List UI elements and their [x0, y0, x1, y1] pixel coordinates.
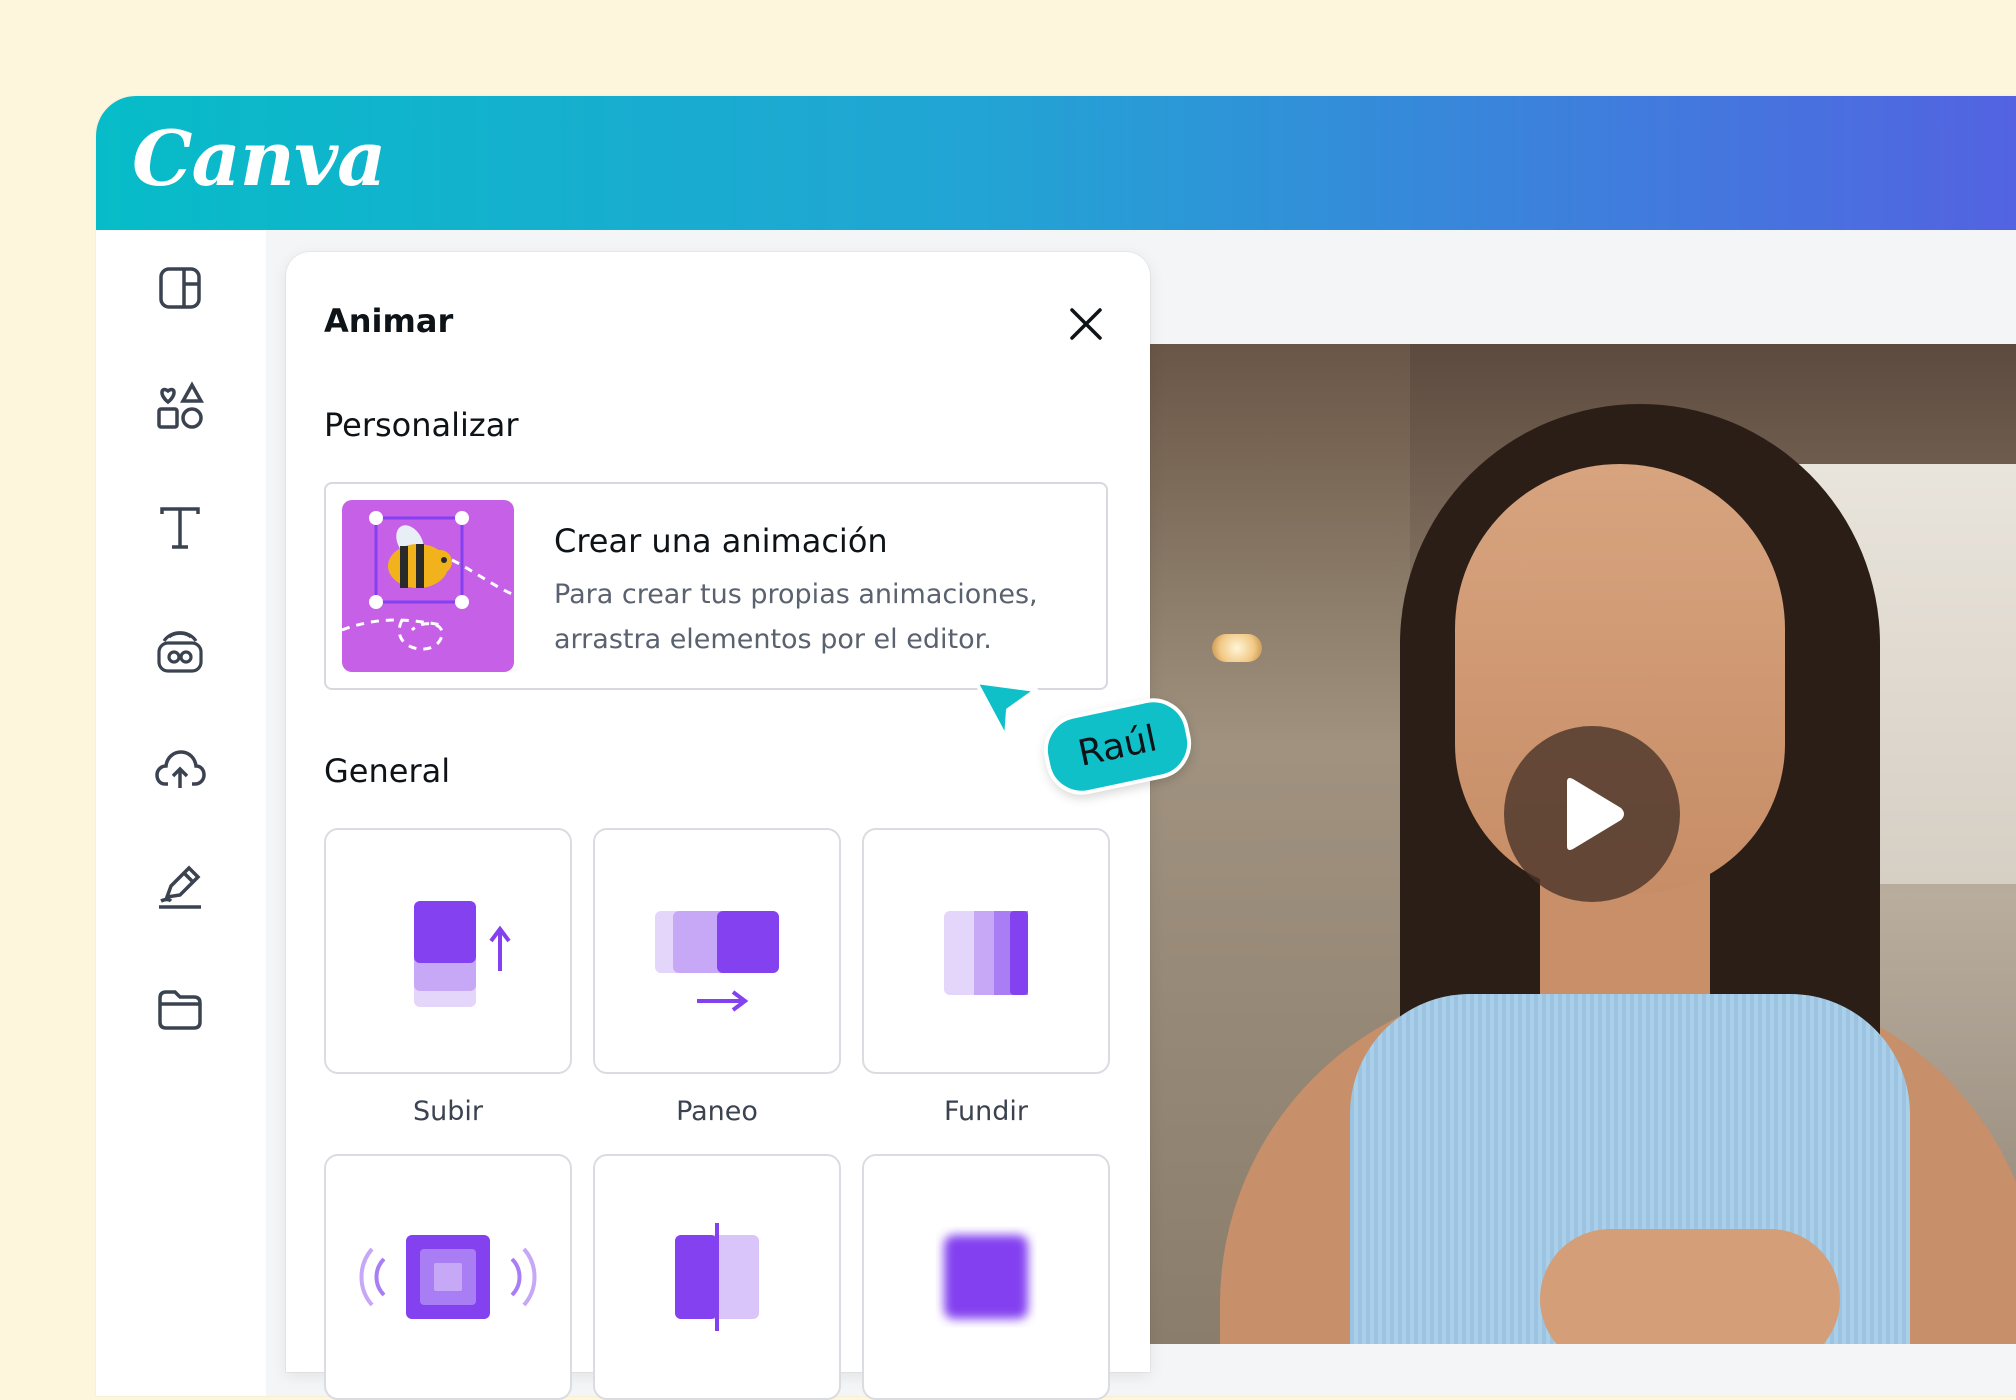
tile-blur[interactable] — [862, 1154, 1110, 1400]
collaborator-cursor: Raúl — [972, 676, 1204, 806]
rise-animation-icon — [414, 901, 511, 1007]
projects-icon[interactable] — [152, 982, 208, 1038]
create-animation-card[interactable]: Crear una animación Para crear tus propi… — [324, 482, 1108, 690]
tile-label-fundir: Fundir — [943, 1096, 1029, 1127]
create-animation-title: Crear una animación — [554, 522, 888, 560]
tile-pulse[interactable] — [324, 1154, 572, 1400]
draw-icon[interactable] — [152, 860, 208, 916]
general-heading: General — [324, 752, 451, 790]
tile-subir[interactable] — [324, 828, 572, 1074]
tile-paneo[interactable] — [593, 828, 841, 1074]
tile-fundir[interactable] — [862, 828, 1110, 1074]
create-animation-description: Para crear tus propias animaciones, arra… — [554, 579, 1038, 655]
canva-logo[interactable]: Canva — [132, 114, 386, 203]
tile-wipe[interactable] — [593, 1154, 841, 1400]
collaborator-name-tag: Raúl — [1037, 691, 1198, 802]
close-icon — [1070, 308, 1102, 340]
text-icon[interactable] — [152, 500, 208, 556]
play-icon — [1567, 778, 1624, 850]
panel-title: Animar — [324, 302, 454, 340]
pulse-animation-icon — [359, 1235, 537, 1319]
top-bar: Canva — [96, 96, 2016, 230]
bee-animation-thumbnail — [342, 500, 514, 672]
personalize-heading: Personalizar — [324, 406, 519, 444]
layout-icon[interactable] — [152, 260, 208, 316]
close-button[interactable] — [1062, 300, 1110, 348]
fade-animation-icon — [944, 911, 1028, 995]
play-button[interactable] — [1504, 726, 1680, 902]
brand-icon[interactable] — [152, 622, 208, 678]
uploads-icon[interactable] — [152, 742, 208, 798]
blur-animation-icon — [944, 1235, 1028, 1319]
cursor-arrow-icon — [974, 680, 1038, 740]
tile-label-paneo: Paneo — [676, 1096, 758, 1127]
tile-label-subir: Subir — [413, 1096, 483, 1127]
elements-icon[interactable] — [152, 378, 208, 434]
sidebar — [96, 230, 266, 1396]
animate-panel: Animar Personalizar Crear una animación … — [286, 252, 1150, 1400]
pan-animation-icon — [655, 911, 779, 1012]
wipe-animation-icon — [675, 1223, 759, 1331]
